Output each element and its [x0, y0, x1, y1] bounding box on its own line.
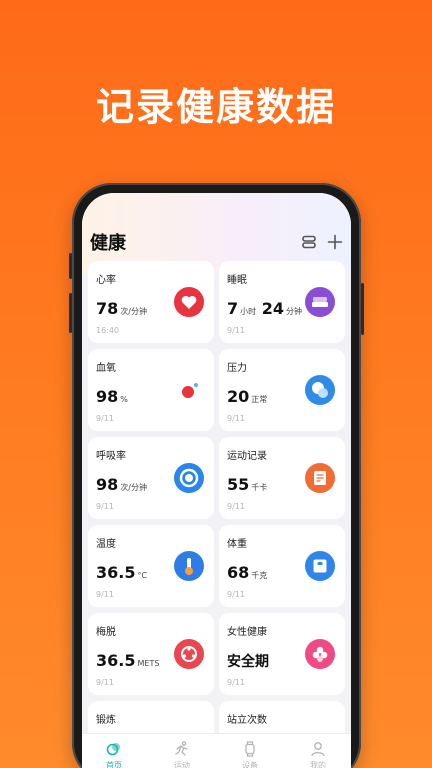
phone-side-button — [69, 253, 72, 279]
nav-label: 运动 — [174, 761, 190, 768]
page-title: 健康 — [90, 233, 126, 254]
nav-profile[interactable]: 我的 — [293, 740, 343, 768]
card-respiratory-rate[interactable]: 呼吸率 98 次/分钟 9/11 — [88, 437, 214, 519]
nav-home[interactable]: 首页 — [89, 740, 139, 768]
nav-device[interactable]: 设备 — [225, 740, 275, 768]
card-title: 温度 — [96, 539, 116, 550]
nav-label: 我的 — [310, 761, 326, 768]
card-temperature[interactable]: 温度 36.5 °C 9/11 — [88, 525, 214, 607]
card-date: 9/11 — [96, 414, 114, 423]
workout-log-icon — [305, 463, 335, 493]
card-workout-record[interactable]: 运动记录 55 千卡 9/11 — [219, 437, 345, 519]
card-date: 9/11 — [96, 502, 114, 511]
card-title: 梅脱 — [96, 627, 116, 638]
bottom-nav: 首页 运动 设备 我的 — [82, 733, 351, 768]
stress-icon — [305, 375, 335, 405]
card-date: 9/11 — [227, 414, 245, 423]
watch-icon — [245, 741, 255, 757]
card-sleep[interactable]: 睡眠 7 小时 24 分钟 9/11 — [219, 261, 345, 343]
add-icon[interactable] — [326, 233, 344, 251]
card-title: 运动记录 — [227, 451, 267, 462]
card-title: 压力 — [227, 363, 247, 374]
mets-icon — [174, 639, 204, 669]
card-title: 女性健康 — [227, 627, 267, 638]
card-title: 睡眠 — [227, 275, 247, 286]
card-value: 98% — [96, 387, 128, 406]
card-value: 98 次/分钟 — [96, 475, 147, 494]
card-title: 体重 — [227, 539, 247, 550]
card-stress[interactable]: 压力 20 正常 9/11 — [219, 349, 345, 431]
blood-drop-icon — [174, 375, 204, 405]
card-date: 9/11 — [227, 678, 245, 687]
scale-icon — [305, 551, 335, 581]
card-date: 9/11 — [96, 590, 114, 599]
bed-icon — [305, 287, 335, 317]
home-icon — [106, 743, 120, 756]
card-value: 20 正常 — [227, 387, 268, 406]
card-date: 9/11 — [96, 678, 114, 687]
card-title: 呼吸率 — [96, 451, 126, 462]
card-date: 16:40 — [96, 326, 120, 335]
card-title: 心率 — [96, 275, 116, 286]
app-screen: 健康 心率 78 次/分钟 16:40 睡眠 7 小时 24 分钟 9/11 血… — [82, 193, 351, 768]
card-value: 68 千克 — [227, 563, 268, 582]
card-title: 血氧 — [96, 363, 116, 374]
phone-frame: 健康 心率 78 次/分钟 16:40 睡眠 7 小时 24 分钟 9/11 血… — [69, 183, 364, 768]
app-header: 健康 — [82, 229, 351, 259]
nav-label: 首页 — [106, 761, 122, 768]
thermometer-icon — [174, 551, 204, 581]
card-value: 36.5 °C — [96, 563, 148, 582]
card-female-health[interactable]: 女性健康 安全期 9/11 — [219, 613, 345, 695]
card-value: 36.5 METS — [96, 651, 160, 670]
nav-label: 设备 — [242, 761, 258, 768]
card-title: 站立次数 — [227, 715, 267, 726]
breath-icon — [174, 463, 204, 493]
card-date: 9/11 — [227, 502, 245, 511]
edit-layout-icon[interactable] — [300, 233, 318, 251]
headline: 记录健康数据 — [95, 85, 336, 129]
flower-icon — [305, 639, 335, 669]
card-heart-rate[interactable]: 心率 78 次/分钟 16:40 — [88, 261, 214, 343]
nav-sport[interactable]: 运动 — [157, 740, 207, 768]
card-value: 55 千卡 — [227, 475, 268, 494]
phone-side-button — [361, 283, 364, 335]
card-value: 7 小时 24 分钟 — [227, 299, 302, 318]
card-value: 78 次/分钟 — [96, 299, 147, 318]
card-mets[interactable]: 梅脱 36.5 METS 9/11 — [88, 613, 214, 695]
user-icon — [311, 742, 325, 757]
card-value: 安全期 — [227, 654, 269, 670]
card-blood-oxygen[interactable]: 血氧 98% 9/11 — [88, 349, 214, 431]
heart-icon — [174, 287, 204, 317]
card-title: 锻炼 — [96, 715, 116, 726]
phone-side-button — [69, 293, 72, 333]
card-date: 9/11 — [227, 326, 245, 335]
card-weight[interactable]: 体重 68 千克 9/11 — [219, 525, 345, 607]
run-icon — [175, 741, 188, 756]
card-date: 9/11 — [227, 590, 245, 599]
